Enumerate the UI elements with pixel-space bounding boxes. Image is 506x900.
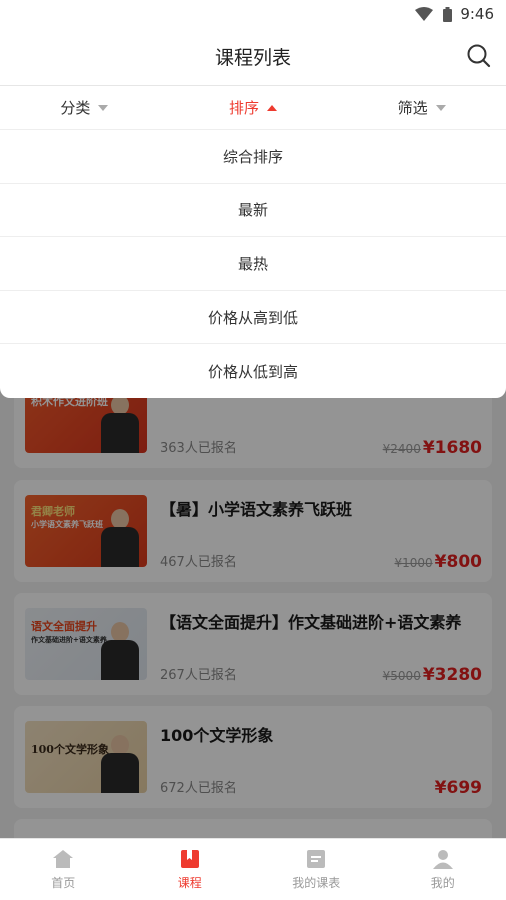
tab-label: 我的课表 — [292, 876, 341, 890]
tab-profile[interactable]: 我的 — [380, 839, 506, 900]
home-icon — [53, 850, 74, 868]
sort-option-default[interactable]: 综合排序 — [0, 130, 506, 184]
filter-sort[interactable]: 排序 — [169, 86, 338, 129]
page-title: 课程列表 — [214, 47, 291, 69]
filter-category[interactable]: 分类 — [0, 86, 169, 129]
course-icon — [180, 850, 199, 868]
sort-option-hottest[interactable]: 最热 — [0, 237, 506, 291]
search-icon[interactable] — [466, 43, 492, 69]
tab-home[interactable]: 首页 — [0, 839, 127, 900]
schedule-icon — [307, 850, 326, 868]
tab-label: 我的 — [430, 876, 455, 890]
sort-option-price-desc[interactable]: 价格从高到低 — [0, 291, 506, 345]
filter-sort-label: 排序 — [229, 99, 260, 117]
filter-screen-label: 筛选 — [397, 99, 428, 117]
app-header: 课程列表 — [0, 28, 506, 86]
battery-icon — [443, 6, 453, 22]
tab-schedule[interactable]: 我的课表 — [253, 839, 380, 900]
profile-icon — [432, 850, 453, 869]
status-bar: 9:46 — [0, 0, 506, 28]
sort-dropdown: 综合排序 最新 最热 价格从高到低 价格从低到高 — [0, 130, 506, 398]
chevron-up-icon — [267, 104, 278, 111]
chevron-down-icon — [98, 104, 109, 111]
chevron-down-icon — [435, 104, 446, 111]
sort-option-price-asc[interactable]: 价格从低到高 — [0, 344, 506, 398]
bottom-tab-bar: 首页 课程 我的课表 我的 — [0, 838, 506, 900]
tab-label: 首页 — [51, 876, 76, 890]
status-time: 9:46 — [460, 5, 494, 23]
filter-bar: 分类 排序 筛选 — [0, 86, 506, 130]
wifi-icon — [415, 7, 434, 21]
tab-course[interactable]: 课程 — [127, 839, 254, 900]
tab-label: 课程 — [177, 876, 202, 890]
sort-option-newest[interactable]: 最新 — [0, 184, 506, 238]
filter-category-label: 分类 — [60, 99, 91, 117]
filter-screen[interactable]: 筛选 — [337, 86, 506, 129]
